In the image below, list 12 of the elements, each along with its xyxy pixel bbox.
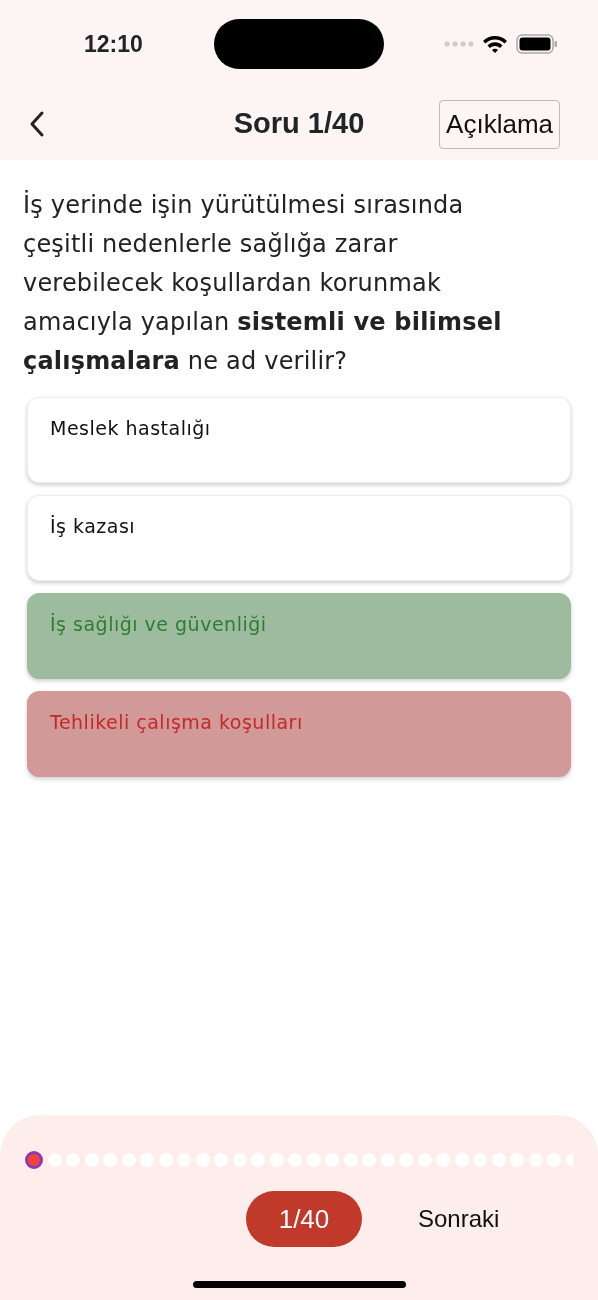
signal-icon [444, 41, 474, 47]
answer-option[interactable]: İş kazası [27, 495, 571, 581]
explanation-button[interactable]: Açıklama [439, 99, 560, 149]
progress-dot[interactable] [25, 1151, 43, 1169]
battery-icon [516, 34, 558, 54]
status-time: 12:10 [84, 29, 143, 59]
next-button[interactable]: Sonraki [414, 1197, 504, 1241]
question-text: İş yerinde işin yürütülmesi sırasında çeşitli nedenlerle sağlığa zarar verebilecek koşullardan korunmak amacıyla yapılan sistemli ve bilimsel çalışmalara ne ad verilir? [22, 189, 503, 377]
page-title: Soru 1/40 [233, 107, 365, 140]
answer-option[interactable]: Meslek hastalığı [27, 397, 571, 483]
question-counter: 1/40 [246, 1191, 362, 1247]
wifi-icon [482, 34, 508, 54]
